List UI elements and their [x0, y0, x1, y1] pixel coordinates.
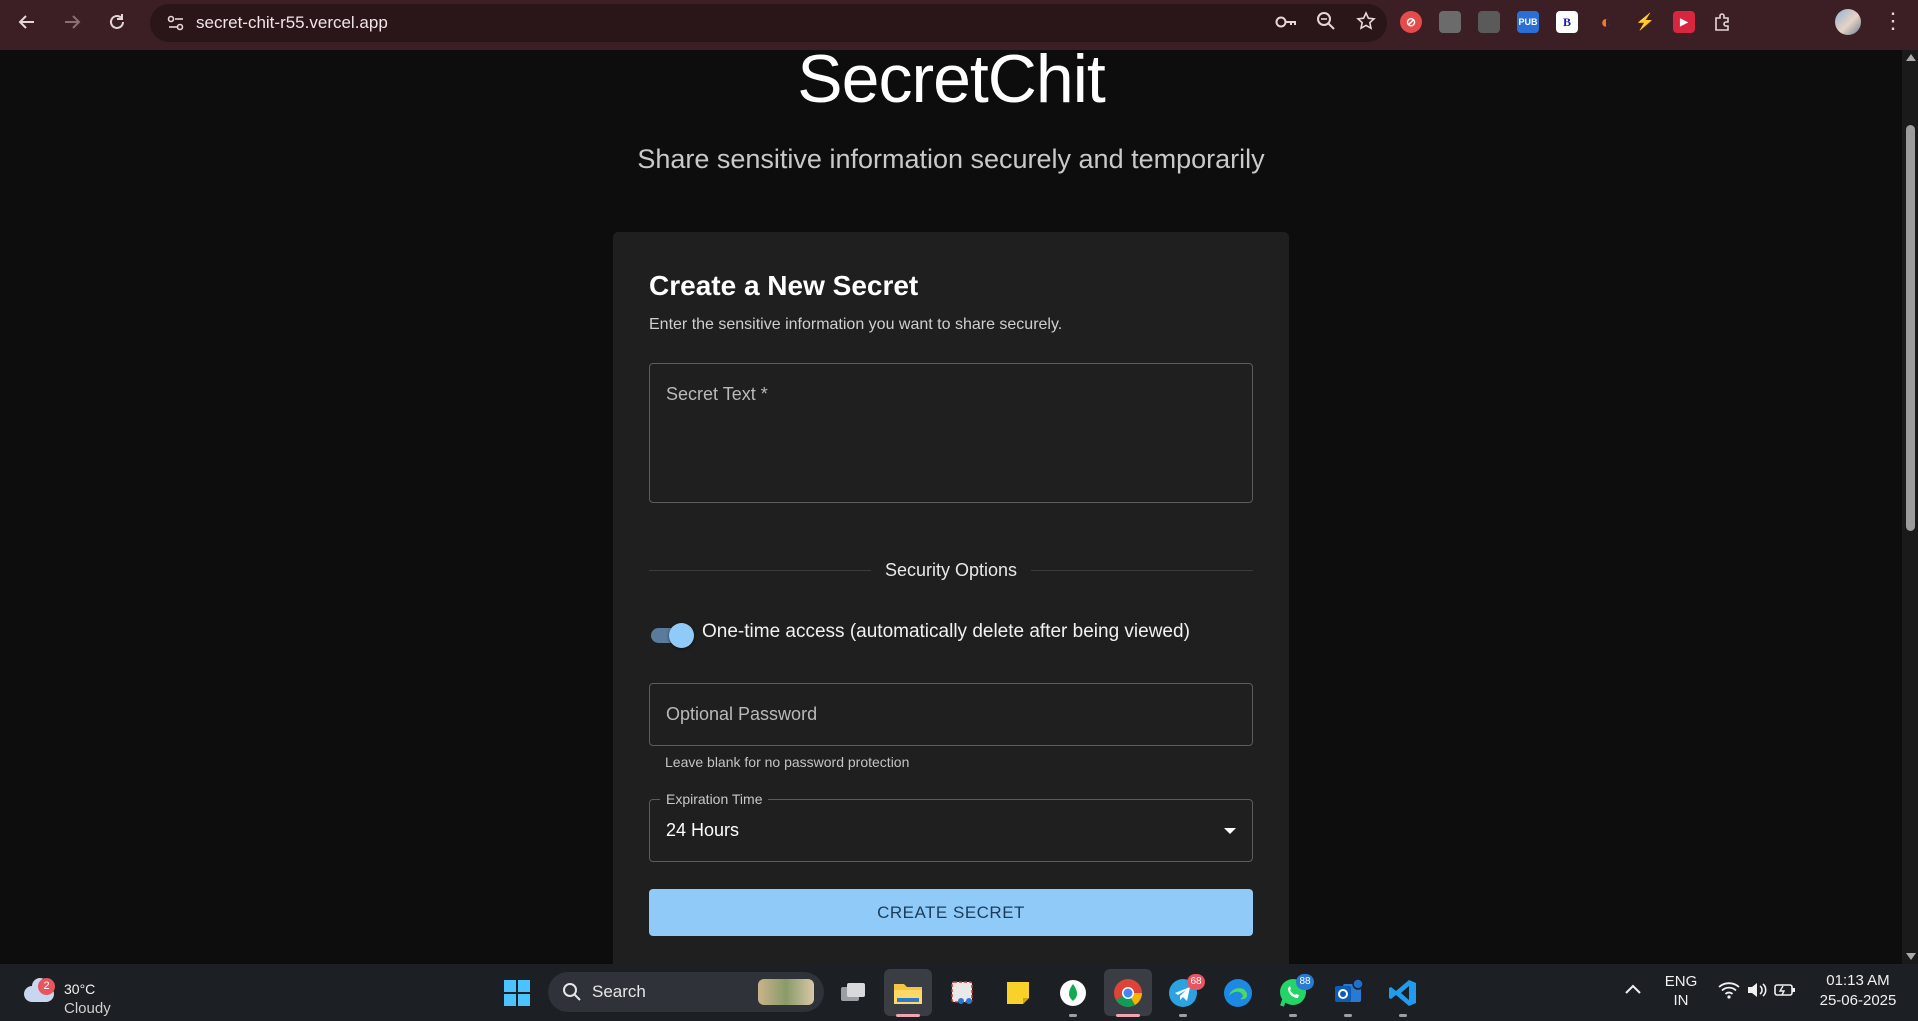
- app-subtitle: Share sensitive information securely and…: [637, 144, 1265, 174]
- file-explorer-icon[interactable]: [893, 978, 923, 1008]
- scroll-thumb[interactable]: [1906, 125, 1915, 531]
- whatsapp-badge: 88: [1296, 974, 1314, 990]
- back-button[interactable]: [5, 0, 49, 44]
- scroll-down-arrow-icon[interactable]: [1906, 953, 1916, 960]
- weather-badge: 2: [38, 978, 55, 995]
- outlook-indicator: [1344, 1014, 1352, 1017]
- snipping-tool-icon[interactable]: [948, 978, 978, 1008]
- zoom-icon[interactable]: [1315, 11, 1337, 36]
- taskbar-search[interactable]: Search: [548, 972, 824, 1012]
- extension-icon-orange[interactable]: ◐: [1595, 11, 1617, 33]
- language-code: ENG: [1664, 973, 1698, 990]
- site-settings-icon[interactable]: [156, 15, 196, 31]
- file-explorer-indicator: [896, 1014, 920, 1017]
- arrow-left-icon: [18, 15, 34, 29]
- browser-toolbar: secret-chit-r55.vercel.app ⊘ PUB B ◐ ⚡ ▶…: [0, 0, 1918, 50]
- reload-icon: [110, 14, 124, 29]
- divider-line-right: [1031, 570, 1253, 571]
- volume-icon[interactable]: [1746, 981, 1768, 1004]
- app-title: SecretChit: [797, 50, 1105, 117]
- profile-avatar[interactable]: [1835, 9, 1861, 35]
- telegram-badge: 68: [1187, 974, 1205, 990]
- sticky-notes-icon[interactable]: [1003, 978, 1033, 1008]
- expiration-select[interactable]: Expiration Time 24 Hours: [649, 791, 1253, 862]
- weather-temperature: 30°C: [64, 981, 96, 997]
- extension-icon-2[interactable]: [1439, 11, 1461, 33]
- create-secret-card: Create a New Secret Enter the sensitive …: [613, 232, 1289, 964]
- whatsapp-indicator: [1289, 1014, 1297, 1017]
- security-options-divider: Security Options: [649, 560, 1253, 580]
- battery-icon[interactable]: [1774, 982, 1796, 1003]
- card-description: Enter the sensitive information you want…: [649, 316, 1063, 333]
- expiration-label: Expiration Time: [660, 791, 769, 807]
- chrome-indicator: [1116, 1014, 1140, 1017]
- windows-start-icon[interactable]: [502, 978, 532, 1008]
- secret-text-field[interactable]: Secret Text *: [649, 363, 1253, 503]
- mongodb-compass-icon[interactable]: [1058, 978, 1088, 1008]
- address-bar[interactable]: secret-chit-r55.vercel.app: [150, 4, 1387, 42]
- vscode-icon[interactable]: [1388, 978, 1418, 1008]
- password-key-icon[interactable]: [1275, 13, 1297, 34]
- task-view-icon[interactable]: [838, 978, 868, 1008]
- password-input[interactable]: [650, 684, 1252, 745]
- windows-taskbar: 2 30°C Cloudy Search 68 88 ENG IN 01:13 …: [0, 964, 1918, 1021]
- card-title: Create a New Secret: [649, 270, 919, 301]
- outlook-icon[interactable]: [1333, 978, 1363, 1008]
- reload-button[interactable]: [95, 0, 139, 44]
- language-indicator[interactable]: ENG IN: [1658, 973, 1704, 1009]
- search-icon: [563, 983, 581, 1001]
- chrome-icon[interactable]: [1113, 978, 1143, 1008]
- region-code: IN: [1673, 992, 1689, 1009]
- extension-icon-pub[interactable]: PUB: [1517, 11, 1539, 33]
- extension-icon-bolt[interactable]: ⚡: [1634, 11, 1656, 33]
- wifi-icon[interactable]: [1718, 981, 1740, 1004]
- extension-icon-red-play[interactable]: ▶: [1673, 11, 1695, 33]
- extensions-row: ⊘ PUB B ◐ ⚡ ▶: [1400, 0, 1734, 44]
- show-hidden-icons-icon[interactable]: [1624, 982, 1642, 1001]
- edge-icon[interactable]: [1223, 978, 1253, 1008]
- scroll-up-arrow-icon[interactable]: [1906, 54, 1916, 61]
- forward-button[interactable]: [50, 0, 94, 44]
- page-viewport: SecretChit Share sensitive information s…: [0, 50, 1902, 964]
- search-highlight-icon: [758, 979, 814, 1005]
- telegram-indicator: [1179, 1014, 1187, 1017]
- clock-date: 25-06-2025: [1819, 992, 1897, 1009]
- page-scrollbar[interactable]: [1902, 50, 1918, 964]
- url-text: secret-chit-r55.vercel.app: [196, 13, 388, 32]
- extension-icon-3[interactable]: [1478, 11, 1500, 33]
- clock[interactable]: 01:13 AM 25-06-2025: [1812, 972, 1904, 1009]
- weather-condition: Cloudy: [64, 1000, 111, 1017]
- dropdown-caret-icon: [1224, 828, 1236, 834]
- vscode-indicator: [1399, 1014, 1407, 1017]
- toggle-knob: [669, 623, 694, 648]
- browser-menu-icon[interactable]: ⋮: [1882, 8, 1904, 34]
- search-label: Search: [592, 982, 646, 1001]
- clock-time: 01:13 AM: [1826, 972, 1890, 989]
- one-time-access-toggle[interactable]: [649, 622, 694, 648]
- one-time-access-label[interactable]: One-time access (automatically delete af…: [702, 621, 1190, 643]
- extension-icon-1[interactable]: ⊘: [1400, 11, 1422, 33]
- mongodb-indicator: [1069, 1014, 1077, 1017]
- bookmark-star-icon[interactable]: [1355, 10, 1377, 36]
- expiration-value: 24 Hours: [666, 820, 740, 840]
- create-secret-button[interactable]: CREATE SECRET: [649, 889, 1253, 936]
- extension-icon-b[interactable]: B: [1556, 11, 1578, 33]
- password-field[interactable]: [649, 683, 1253, 746]
- password-helper-text: Leave blank for no password protection: [665, 754, 910, 770]
- secret-text-label: Secret Text *: [666, 384, 768, 404]
- extensions-puzzle-icon[interactable]: [1712, 11, 1734, 33]
- arrow-right-icon: [65, 15, 81, 29]
- weather-widget[interactable]: 2 30°C Cloudy: [20, 972, 130, 1017]
